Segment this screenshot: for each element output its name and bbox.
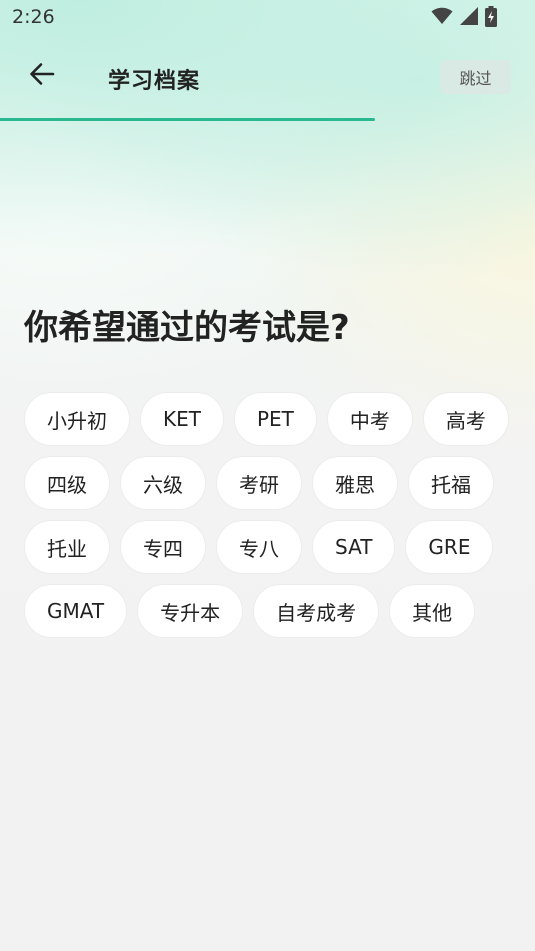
exam-option-chip[interactable]: PET — [233, 392, 317, 446]
exam-option-chip[interactable]: 四级 — [24, 456, 110, 510]
cellular-signal-icon — [459, 6, 479, 30]
wifi-icon — [431, 7, 453, 29]
status-icons — [431, 5, 497, 31]
back-button[interactable] — [24, 58, 60, 94]
exam-option-chip[interactable]: 专升本 — [137, 584, 244, 638]
exam-option-chip[interactable]: 高考 — [422, 392, 509, 446]
battery-charging-icon — [485, 5, 497, 31]
exam-option-chip[interactable]: 雅思 — [312, 456, 398, 510]
exam-option-chip[interactable]: 其他 — [389, 584, 476, 638]
exam-option-chip[interactable]: 中考 — [326, 392, 413, 446]
exam-option-chip[interactable]: KET — [140, 392, 224, 446]
question-heading: 你希望通过的考试是? — [24, 308, 350, 348]
exam-options: 小升初 KET PET 中考 高考四级 六级 考研 雅思 托福托业 专四 专八 SAT GRE GMAT 专… — [24, 392, 514, 638]
exam-option-chip[interactable]: 小升初 — [24, 392, 130, 446]
exam-option-chip[interactable]: 专八 — [216, 520, 302, 574]
exam-option-chip[interactable]: 考研 — [216, 456, 302, 510]
exam-option-chip[interactable]: SAT — [312, 520, 396, 574]
exam-option-chip[interactable]: 自考成考 — [253, 584, 380, 638]
exam-option-chip[interactable]: GMAT — [24, 584, 128, 638]
exam-option-chip[interactable]: 六级 — [120, 456, 206, 510]
page-title: 学习档案 — [108, 69, 201, 94]
progress-bar — [0, 118, 535, 122]
exam-option-chip[interactable]: GRE — [405, 520, 494, 574]
arrow-left-icon — [29, 62, 55, 90]
skip-button[interactable]: 跳过 — [440, 60, 511, 94]
status-time: 2:26 — [12, 6, 55, 28]
exam-option-chip[interactable]: 专四 — [120, 520, 206, 574]
progress-fill — [0, 118, 375, 121]
status-bar: 2:26 — [0, 0, 535, 36]
app-bar: 学习档案 跳过 — [0, 44, 535, 110]
exam-option-chip[interactable]: 托业 — [24, 520, 110, 574]
exam-option-chip[interactable]: 托福 — [408, 456, 494, 510]
